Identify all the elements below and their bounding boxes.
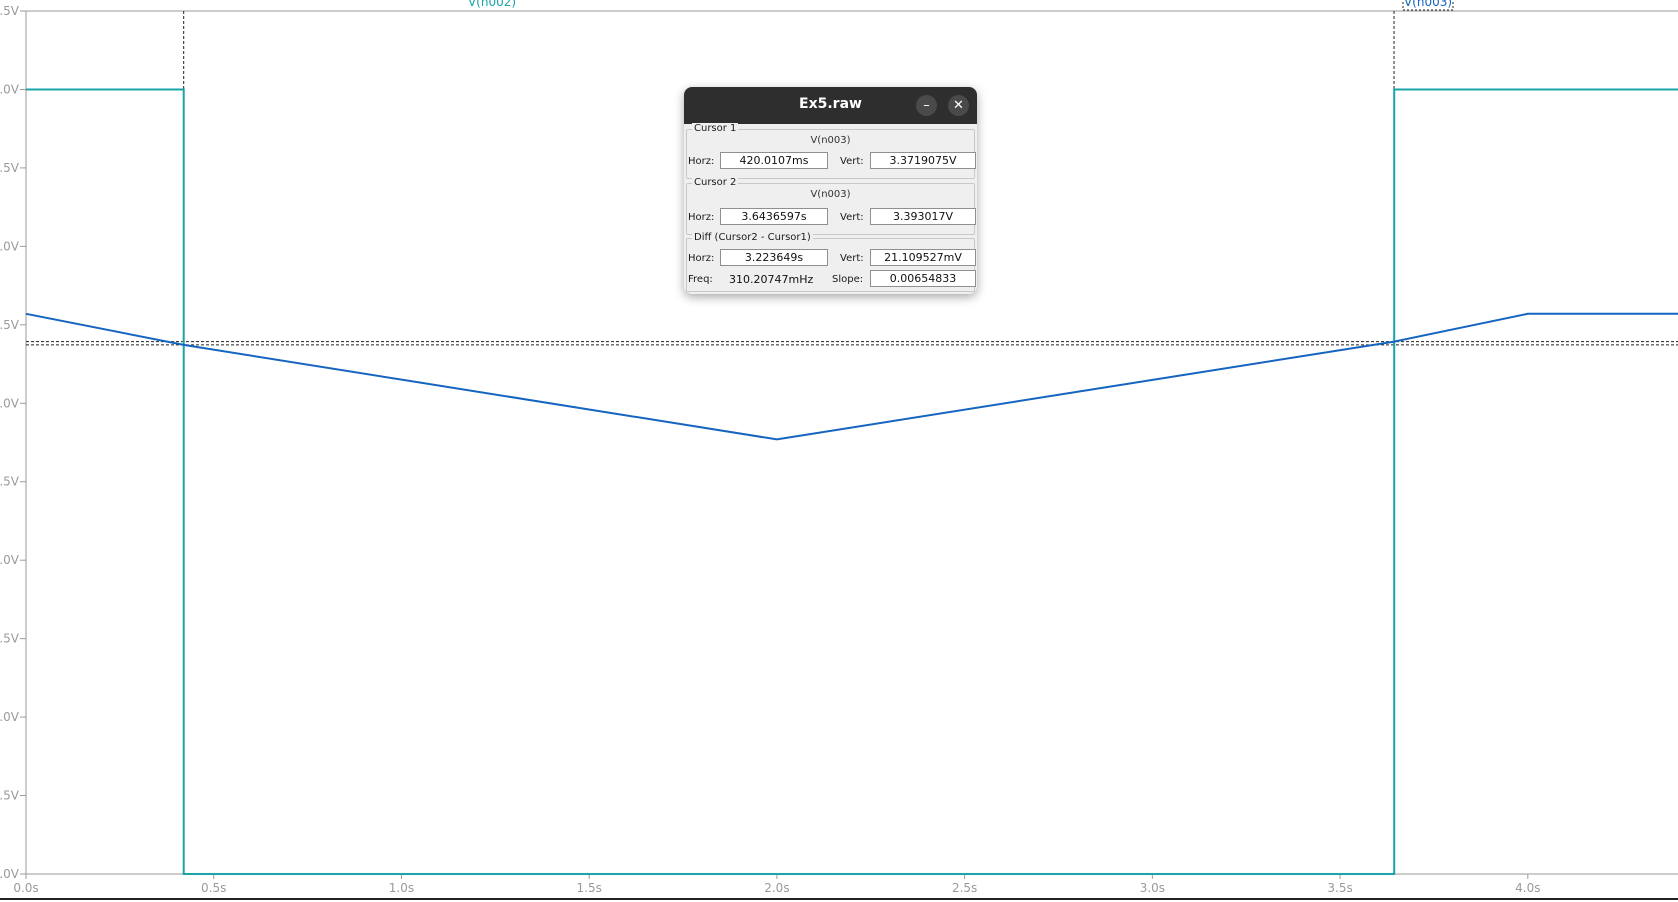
cursor2-horz-field[interactable]: 3.6436597s [720, 208, 828, 225]
diff-title: Diff (Cursor2 - Cursor1) [692, 232, 813, 243]
x-tick-label: 1.0s [389, 881, 414, 895]
cursor2-vert-field[interactable]: 3.393017V [870, 208, 976, 225]
trace-label-vn003[interactable]: V(n003) [1404, 0, 1452, 9]
trace-vn003 [25, 312, 1678, 441]
y-tick-label: .0V [0, 239, 20, 253]
trace-label-vn002[interactable]: V(n002) [468, 0, 516, 9]
cursor2-title: Cursor 2 [692, 177, 739, 188]
cursor1-horz-field[interactable]: 420.0107ms [720, 152, 828, 169]
diff-group: Diff (Cursor2 - Cursor1) Horz: 3.223649s… [686, 232, 976, 292]
cursor1-vert-field[interactable]: 3.3719075V [870, 152, 976, 169]
cursor1-vert-label: Vert: [840, 156, 864, 167]
y-tick-label: .5V [0, 475, 20, 489]
x-tick-label: 2.5s [952, 881, 977, 895]
diff-freq-value: 310.20747mHz [729, 273, 814, 286]
cursor2-horz-label: Horz: [688, 212, 715, 223]
y-tick-label: .0V [0, 82, 20, 96]
y-tick-label: .5V [0, 4, 20, 18]
y-tick-label: .5V [0, 632, 20, 646]
y-tick-label: .0V [0, 396, 20, 410]
diff-horz-label: Horz: [688, 253, 715, 264]
x-tick-label: 3.5s [1327, 881, 1352, 895]
cursor-dialog: Ex5.raw – ✕ Cursor 1 V(n003) Horz: 420.0… [684, 87, 977, 294]
y-tick-label: .0V [0, 710, 20, 724]
diff-vert-label: Vert: [840, 253, 864, 264]
diff-slope-label: Slope: [832, 274, 864, 285]
y-tick-label: .5V [0, 161, 20, 175]
diff-slope-field[interactable]: 0.00654833 [870, 270, 976, 287]
diff-horz-field[interactable]: 3.223649s [720, 249, 828, 266]
close-icon[interactable]: ✕ [948, 95, 969, 116]
y-tick-label: .0V [0, 867, 20, 881]
cursor1-horz-label: Horz: [688, 156, 715, 167]
x-tick-label: 0.5s [201, 881, 226, 895]
cursor2-node: V(n003) [810, 189, 851, 200]
diff-vert-field[interactable]: 21.109527mV [870, 249, 976, 266]
x-tick-label: 2.0s [764, 881, 789, 895]
cursor1-title: Cursor 1 [692, 123, 739, 134]
minimize-icon[interactable]: – [916, 95, 937, 116]
dialog-titlebar[interactable]: Ex5.raw – ✕ [684, 87, 977, 124]
x-tick-label: 1.5s [577, 881, 602, 895]
x-tick-label: 4.0s [1515, 881, 1540, 895]
y-tick-label: .5V [0, 318, 20, 332]
x-tick-label: 0.0s [13, 881, 38, 895]
trace-labels[interactable]: V(n002) V(n003) [468, 0, 1454, 11]
y-tick-label: .5V [0, 789, 20, 803]
diff-freq-label: Freq: [688, 274, 713, 285]
cursor1-node: V(n003) [810, 135, 851, 146]
cursor1-group: Cursor 1 V(n003) Horz: 420.0107ms Vert: … [686, 123, 976, 179]
cursor2-vert-label: Vert: [840, 212, 864, 223]
cursor2-group: Cursor 2 V(n003) Horz: 3.6436597s Vert: … [686, 177, 976, 235]
y-tick-label: .0V [0, 553, 20, 567]
x-tick-label: 3.0s [1140, 881, 1165, 895]
